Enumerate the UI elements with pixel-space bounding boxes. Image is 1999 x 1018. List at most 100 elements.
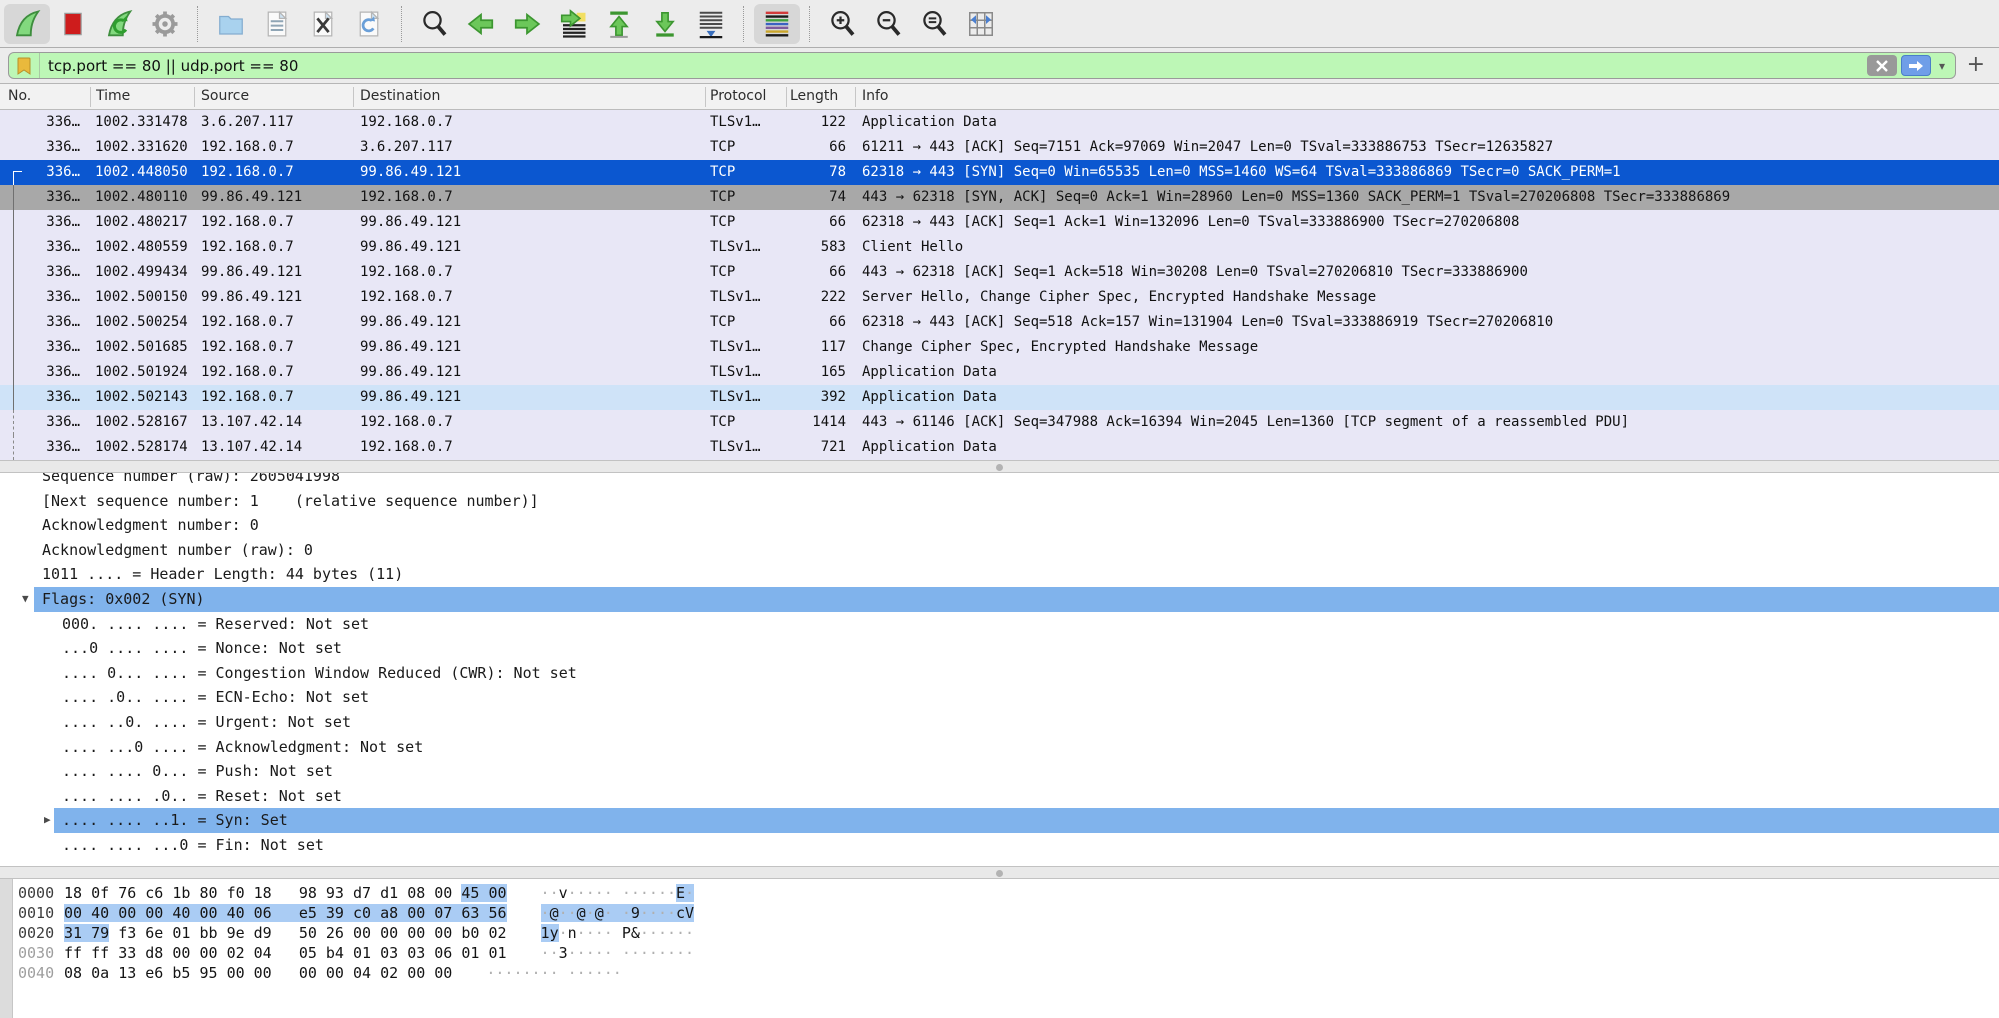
packet-list-header[interactable]: No. Time Source Destination Protocol Length In…	[0, 84, 1999, 110]
packet-row[interactable]: 336…1002.52817413.107.42.14192.168.0.7TL…	[0, 435, 1999, 460]
detail-line[interactable]: .... 0... .... = Congestion Window Reduc…	[0, 661, 1999, 686]
ascii-char: ·	[622, 884, 631, 902]
hex-space	[218, 904, 227, 922]
cell-dst: 99.86.49.121	[360, 385, 700, 410]
capture-options-icon[interactable]	[142, 4, 188, 44]
detail-line[interactable]: .... .0.. .... = ECN-Echo: Not set	[0, 685, 1999, 710]
filter-history-dropdown[interactable]: ▾	[1939, 59, 1945, 73]
packet-row[interactable]: 336…1002.52816713.107.42.14192.168.0.7TC…	[0, 410, 1999, 435]
go-back-icon[interactable]	[458, 4, 504, 44]
capture-start-icon[interactable]	[4, 4, 50, 44]
detail-line[interactable]: .... .... ..1. = Syn: Set▶	[0, 808, 1999, 833]
auto-scroll-icon[interactable]	[688, 4, 734, 44]
packet-row[interactable]: 336…1002.48011099.86.49.121192.168.0.7TC…	[0, 185, 1999, 210]
go-to-top-icon[interactable]	[596, 4, 642, 44]
packet-row[interactable]: 336…1002.501924192.168.0.799.86.49.121TL…	[0, 360, 1999, 385]
collapsed-arrow-icon[interactable]: ▶	[44, 808, 51, 833]
capture-restart-icon[interactable]	[96, 4, 142, 44]
detail-line[interactable]: .... ..0. .... = Urgent: Not set	[0, 710, 1999, 735]
zoom-in-icon[interactable]	[820, 4, 866, 44]
hex-row[interactable]: 001000 40 00 00 40 00 40 06 e5 39 c0 a8 …	[0, 903, 1999, 923]
column-separator[interactable]	[855, 87, 856, 107]
capture-stop-icon[interactable]	[50, 4, 96, 44]
hex-row[interactable]: 004008 0a 13 e6 b5 95 00 00 00 00 04 02 …	[0, 963, 1999, 983]
packet-row[interactable]: 336…1002.49943499.86.49.121192.168.0.7TC…	[0, 260, 1999, 285]
column-header-no[interactable]: No.	[8, 88, 31, 104]
reload-file-icon[interactable]	[346, 4, 392, 44]
detail-line[interactable]: Acknowledgment number (raw): 0	[0, 538, 1999, 563]
detail-line[interactable]: Acknowledgment number: 0	[0, 513, 1999, 538]
hex-space	[245, 884, 254, 902]
column-separator[interactable]	[786, 87, 787, 107]
hex-byte: b5	[172, 964, 190, 982]
cell-dst: 99.86.49.121	[360, 335, 700, 360]
expanded-arrow-icon[interactable]: ▼	[22, 587, 29, 612]
packet-row[interactable]: 336…1002.480217192.168.0.799.86.49.121TC…	[0, 210, 1999, 235]
save-file-icon[interactable]	[254, 4, 300, 44]
column-separator[interactable]	[353, 87, 354, 107]
ascii-char: ·	[685, 884, 694, 902]
ascii-char: ·	[649, 904, 658, 922]
cell-no: 336…	[0, 335, 80, 360]
packet-row[interactable]: 336…1002.50015099.86.49.121192.168.0.7TL…	[0, 285, 1999, 310]
hex-byte: 08	[64, 964, 82, 982]
packet-row[interactable]: 336…1002.502143192.168.0.799.86.49.121TL…	[0, 385, 1999, 410]
colorize-icon[interactable]	[754, 4, 800, 44]
detail-line[interactable]: .... ...0 .... = Acknowledgment: Not set	[0, 735, 1999, 760]
packet-details-pane[interactable]: Sequence number (raw): 2605041998[Next s…	[0, 473, 1999, 866]
detail-line[interactable]: Sequence number (raw): 2605041998	[0, 473, 1999, 489]
column-header-info[interactable]: Info	[862, 88, 889, 104]
column-header-destination[interactable]: Destination	[360, 88, 440, 104]
hex-byte: 00	[407, 964, 425, 982]
packet-bytes-pane[interactable]: 000018 0f 76 c6 1b 80 f0 18 98 93 d7 d1 …	[0, 879, 1999, 1018]
filter-bookmark-icon[interactable]	[9, 53, 40, 78]
detail-line[interactable]: Flags: 0x002 (SYN)▼	[0, 587, 1999, 612]
detail-text: .... .0.. .... = ECN-Echo: Not set	[62, 685, 1999, 710]
detail-line[interactable]: .... .... 0... = Push: Not set	[0, 759, 1999, 784]
packet-row[interactable]: 336…1002.501685192.168.0.799.86.49.121TL…	[0, 335, 1999, 360]
detail-line[interactable]: 1011 .... = Header Length: 44 bytes (11)	[0, 562, 1999, 587]
detail-line[interactable]: 000. .... .... = Reserved: Not set	[0, 612, 1999, 637]
packet-row[interactable]: 336…1002.500254192.168.0.799.86.49.121TC…	[0, 310, 1999, 335]
add-filter-button[interactable]: +	[1967, 54, 1985, 76]
column-separator[interactable]	[90, 87, 91, 107]
packet-row[interactable]: 336…1002.331620192.168.0.73.6.207.117TCP…	[0, 135, 1999, 160]
column-header-length[interactable]: Length	[790, 88, 846, 104]
cell-len: 165	[786, 360, 846, 385]
display-filter-input[interactable]: tcp.port == 80 || udp.port == 80 ▾	[8, 52, 1956, 79]
filter-clear-button[interactable]	[1867, 55, 1897, 76]
detail-line[interactable]: [Next sequence number: 1 (relative seque…	[0, 489, 1999, 514]
hex-byte: 18	[64, 884, 82, 902]
resize-columns-icon[interactable]	[958, 4, 1004, 44]
detail-line[interactable]: .... .... .0.. = Reset: Not set	[0, 784, 1999, 809]
hex-space	[218, 964, 227, 982]
hex-row[interactable]: 0030ff ff 33 d8 00 00 02 04 05 b4 01 03 …	[0, 943, 1999, 963]
go-to-bottom-icon[interactable]	[642, 4, 688, 44]
packet-row[interactable]: 336…1002.3314783.6.207.117192.168.0.7TLS…	[0, 110, 1999, 135]
open-file-icon[interactable]	[208, 4, 254, 44]
go-to-packet-icon[interactable]	[550, 4, 596, 44]
column-header-time[interactable]: Time	[96, 88, 130, 104]
go-forward-icon[interactable]	[504, 4, 550, 44]
column-header-source[interactable]: Source	[201, 88, 249, 104]
hex-row[interactable]: 000018 0f 76 c6 1b 80 f0 18 98 93 d7 d1 …	[0, 883, 1999, 903]
detail-line[interactable]: .... .... ...0 = Fin: Not set	[0, 833, 1999, 858]
hex-splitter[interactable]	[0, 866, 1999, 879]
filter-expression[interactable]: tcp.port == 80 || udp.port == 80	[40, 57, 1867, 75]
ascii-char: @	[595, 904, 604, 922]
zoom-out-icon[interactable]	[866, 4, 912, 44]
packet-row[interactable]: 336…1002.480559192.168.0.799.86.49.121TL…	[0, 235, 1999, 260]
find-packet-icon[interactable]	[412, 4, 458, 44]
close-file-icon[interactable]	[300, 4, 346, 44]
zoom-100-icon[interactable]	[912, 4, 958, 44]
details-splitter[interactable]	[0, 460, 1999, 473]
packet-row[interactable]: 336…1002.448050192.168.0.799.86.49.121TC…	[0, 160, 1999, 185]
column-separator[interactable]	[194, 87, 195, 107]
column-separator[interactable]	[705, 87, 706, 107]
packet-list[interactable]: 336…1002.3314783.6.207.117192.168.0.7TLS…	[0, 110, 1999, 460]
hex-row[interactable]: 002031 79 f3 6e 01 bb 9e d9 50 26 00 00 …	[0, 923, 1999, 943]
detail-line[interactable]: ...0 .... .... = Nonce: Not set	[0, 636, 1999, 661]
hex-byte: 08	[407, 884, 425, 902]
filter-apply-button[interactable]	[1901, 55, 1931, 76]
column-header-protocol[interactable]: Protocol	[710, 88, 766, 104]
